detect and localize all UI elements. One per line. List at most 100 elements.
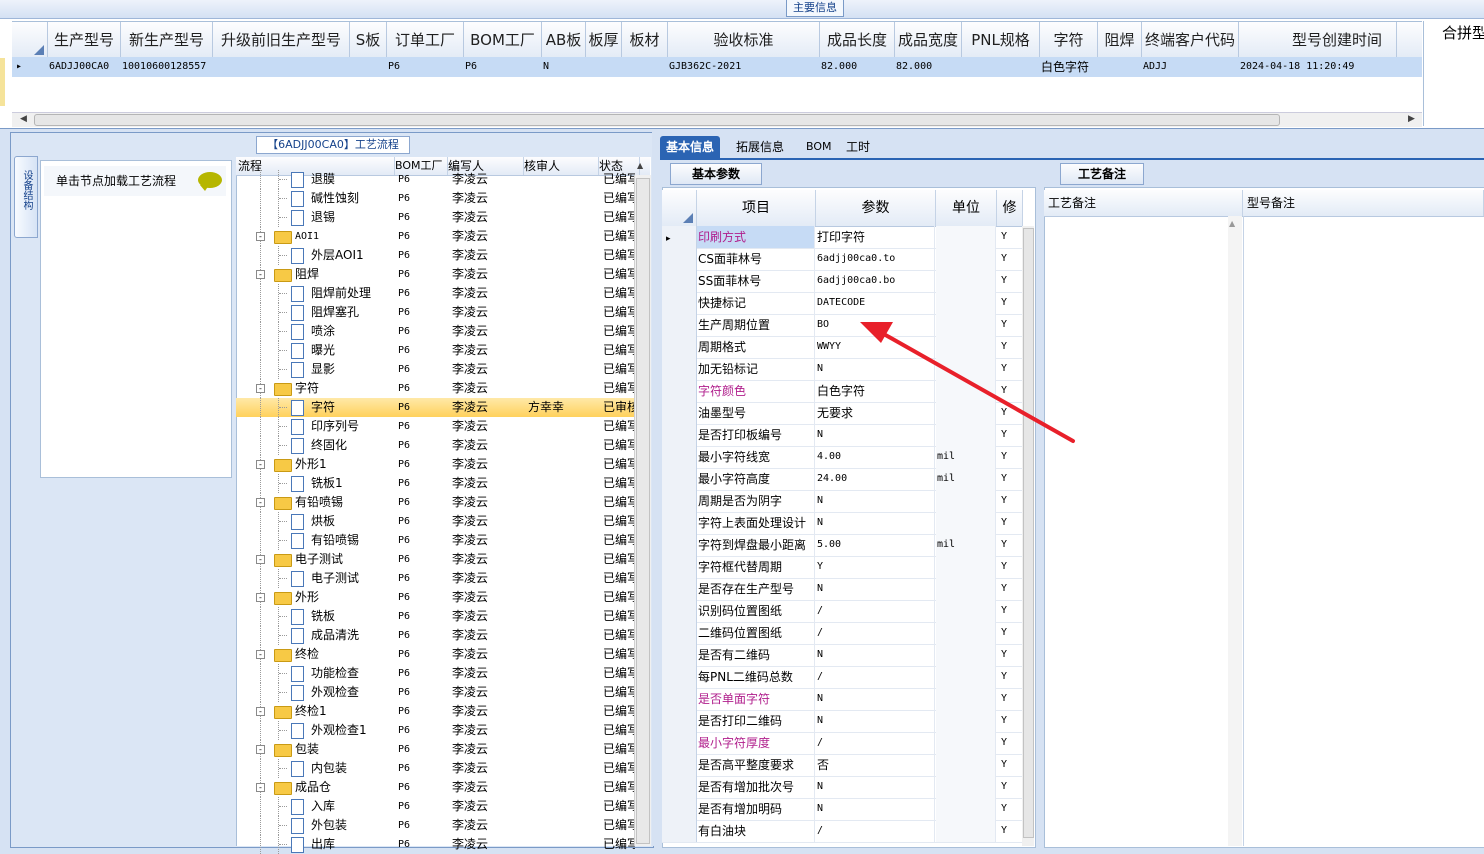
param-row[interactable]: 每PNL二维码总数 / Y	[662, 666, 1025, 689]
row-selector[interactable]	[662, 600, 697, 622]
tree-row[interactable]: - 外形1 P6 李凌云 已编写	[236, 455, 635, 474]
param-value[interactable]: 6adjj00ca0.bo	[816, 270, 935, 292]
tree-row[interactable]: - 电子测试 P6 李凌云 已编写	[236, 550, 635, 569]
process-remark-field[interactable]	[1228, 216, 1242, 846]
column-header[interactable]: 阻焊	[1098, 22, 1142, 58]
param-editable-flag[interactable]: Y	[997, 688, 1025, 710]
param-editable-flag[interactable]: Y	[997, 424, 1025, 446]
param-value[interactable]: N	[816, 424, 935, 446]
param-value[interactable]: 6adjj00ca0.to	[816, 248, 935, 270]
param-column-header[interactable]: 单位	[936, 190, 997, 226]
param-editable-flag[interactable]: Y	[997, 380, 1025, 402]
row-selector[interactable]	[662, 490, 697, 512]
param-row[interactable]: 快捷标记 DATECODE Y	[662, 292, 1025, 315]
tree-row[interactable]: 印序列号 P6 李凌云 已编写	[236, 417, 635, 436]
param-value[interactable]: 24.00	[816, 468, 935, 490]
row-selector[interactable]	[662, 776, 697, 798]
column-header[interactable]: 成品长度	[820, 22, 895, 58]
param-unit[interactable]	[936, 622, 996, 644]
tree-scroll-thumb[interactable]	[636, 178, 650, 844]
param-value[interactable]: N	[816, 358, 935, 380]
param-row[interactable]: 有白油块 / Y	[662, 820, 1025, 843]
panel-splitter[interactable]	[652, 132, 660, 846]
scroll-right-icon[interactable]: ▶	[1408, 113, 1415, 125]
tab-extended-info[interactable]: 拓展信息	[730, 136, 790, 158]
row-selector[interactable]	[662, 688, 697, 710]
process-remark-column[interactable]: 工艺备注	[1044, 190, 1243, 216]
param-unit[interactable]	[936, 556, 996, 578]
row-selector[interactable]	[662, 424, 697, 446]
product-grid-row[interactable]: ▸ 6ADJJ00CA0 10010600128557 P6 P6 N GJB362C-20…	[12, 57, 1422, 77]
param-row[interactable]: 字符上表面处理设计 N Y	[662, 512, 1025, 535]
param-row[interactable]: 生产周期位置 BO Y	[662, 314, 1025, 337]
param-unit[interactable]	[936, 732, 996, 754]
tree-row[interactable]: 外包装 P6 李凌云 已编写	[236, 816, 635, 835]
grid-cell[interactable]	[1099, 57, 1140, 77]
column-header[interactable]: AB板	[542, 22, 586, 58]
column-header[interactable]: PNL规格	[962, 22, 1040, 58]
tree-row[interactable]: 外观检查 P6 李凌云 已编写	[236, 683, 635, 702]
param-value[interactable]: N	[816, 688, 935, 710]
param-value[interactable]: 白色字符	[816, 380, 935, 402]
tree-row[interactable]: 碱性蚀刻 P6 李凌云 已编写	[236, 189, 635, 208]
row-selector[interactable]	[662, 644, 697, 666]
row-selector[interactable]	[662, 732, 697, 754]
grid-cell[interactable]: 2024-04-18 11:20:49	[1240, 57, 1381, 77]
param-unit[interactable]: mil	[936, 534, 996, 556]
param-editable-flag[interactable]: Y	[997, 512, 1025, 534]
remark-scroll-up-icon[interactable]: ▲	[1229, 219, 1235, 228]
model-remark-column[interactable]: 型号备注	[1243, 190, 1484, 216]
tree-row[interactable]: 阻焊塞孔 P6 李凌云 已编写	[236, 303, 635, 322]
param-unit[interactable]	[936, 424, 996, 446]
tree-row[interactable]: 阻焊前处理 P6 李凌云 已编写	[236, 284, 635, 303]
tree-row[interactable]: 退膜 P6 李凌云 已编写	[236, 170, 635, 189]
param-editable-flag[interactable]: Y	[997, 358, 1025, 380]
param-row[interactable]: 最小字符厚度 / Y	[662, 732, 1025, 755]
horizontal-scroll-thumb[interactable]	[34, 114, 1280, 126]
tree-row[interactable]: - 成品仓 P6 李凌云 已编写	[236, 778, 635, 797]
param-row[interactable]: 是否有二维码 N Y	[662, 644, 1025, 667]
collapse-icon[interactable]: -	[256, 460, 265, 469]
param-row[interactable]: 是否有增加明码 N Y	[662, 798, 1025, 821]
param-row[interactable]: 是否存在生产型号 N Y	[662, 578, 1025, 601]
row-selector[interactable]	[662, 380, 697, 402]
tree-row[interactable]: 内包装 P6 李凌云 已编写	[236, 759, 635, 778]
param-editable-flag[interactable]: Y	[997, 314, 1025, 336]
tab-basic-info[interactable]: 基本信息	[660, 136, 721, 158]
tree-row[interactable]: - 有铅喷锡 P6 李凌云 已编写	[236, 493, 635, 512]
param-value[interactable]: WWYY	[816, 336, 935, 358]
row-selector[interactable]	[662, 534, 697, 556]
param-value[interactable]: N	[816, 776, 935, 798]
tab-bom[interactable]: BOM	[800, 136, 838, 158]
row-selector[interactable]	[662, 578, 697, 600]
param-row[interactable]: 最小字符线宽 4.00 mil Y	[662, 446, 1025, 469]
row-selector[interactable]	[662, 292, 697, 314]
param-editable-flag[interactable]: Y	[997, 446, 1025, 468]
grid-cell[interactable]: 白色字符	[1041, 57, 1096, 77]
grid-cell[interactable]	[963, 57, 1038, 77]
tree-row[interactable]: 曝光 P6 李凌云 已编写	[236, 341, 635, 360]
param-value[interactable]: DATECODE	[816, 292, 935, 314]
column-header[interactable]: 字符	[1040, 22, 1098, 58]
tree-row[interactable]: 铣板 P6 李凌云 已编写	[236, 607, 635, 626]
param-row[interactable]: CS面菲林号 6adjj00ca0.to Y	[662, 248, 1025, 271]
collapse-icon[interactable]: -	[256, 384, 265, 393]
row-selector[interactable]	[662, 710, 697, 732]
tree-row[interactable]: - AOI1 P6 李凌云 已编写	[236, 227, 635, 246]
param-unit[interactable]	[936, 380, 996, 402]
row-selector[interactable]	[662, 798, 697, 820]
grid-cell[interactable]: 82.000	[896, 57, 960, 77]
tree-row[interactable]: - 字符 P6 李凌云 已编写	[236, 379, 635, 398]
row-selector[interactable]	[662, 820, 697, 842]
tree-row[interactable]: 退锡 P6 李凌云 已编写	[236, 208, 635, 227]
param-row[interactable]: 周期是否为阴字 N Y	[662, 490, 1025, 513]
row-selector[interactable]	[662, 754, 697, 776]
grid-cell[interactable]: P6	[465, 57, 540, 77]
tree-row[interactable]: - 外形 P6 李凌云 已编写	[236, 588, 635, 607]
param-unit[interactable]: mil	[936, 446, 996, 468]
param-unit[interactable]	[936, 248, 996, 270]
grid-cell[interactable]	[623, 57, 666, 77]
param-row[interactable]: 最小字符高度 24.00 mil Y	[662, 468, 1025, 491]
param-value[interactable]: 打印字符	[816, 226, 935, 248]
param-row[interactable]: 是否打印二维码 N Y	[662, 710, 1025, 733]
